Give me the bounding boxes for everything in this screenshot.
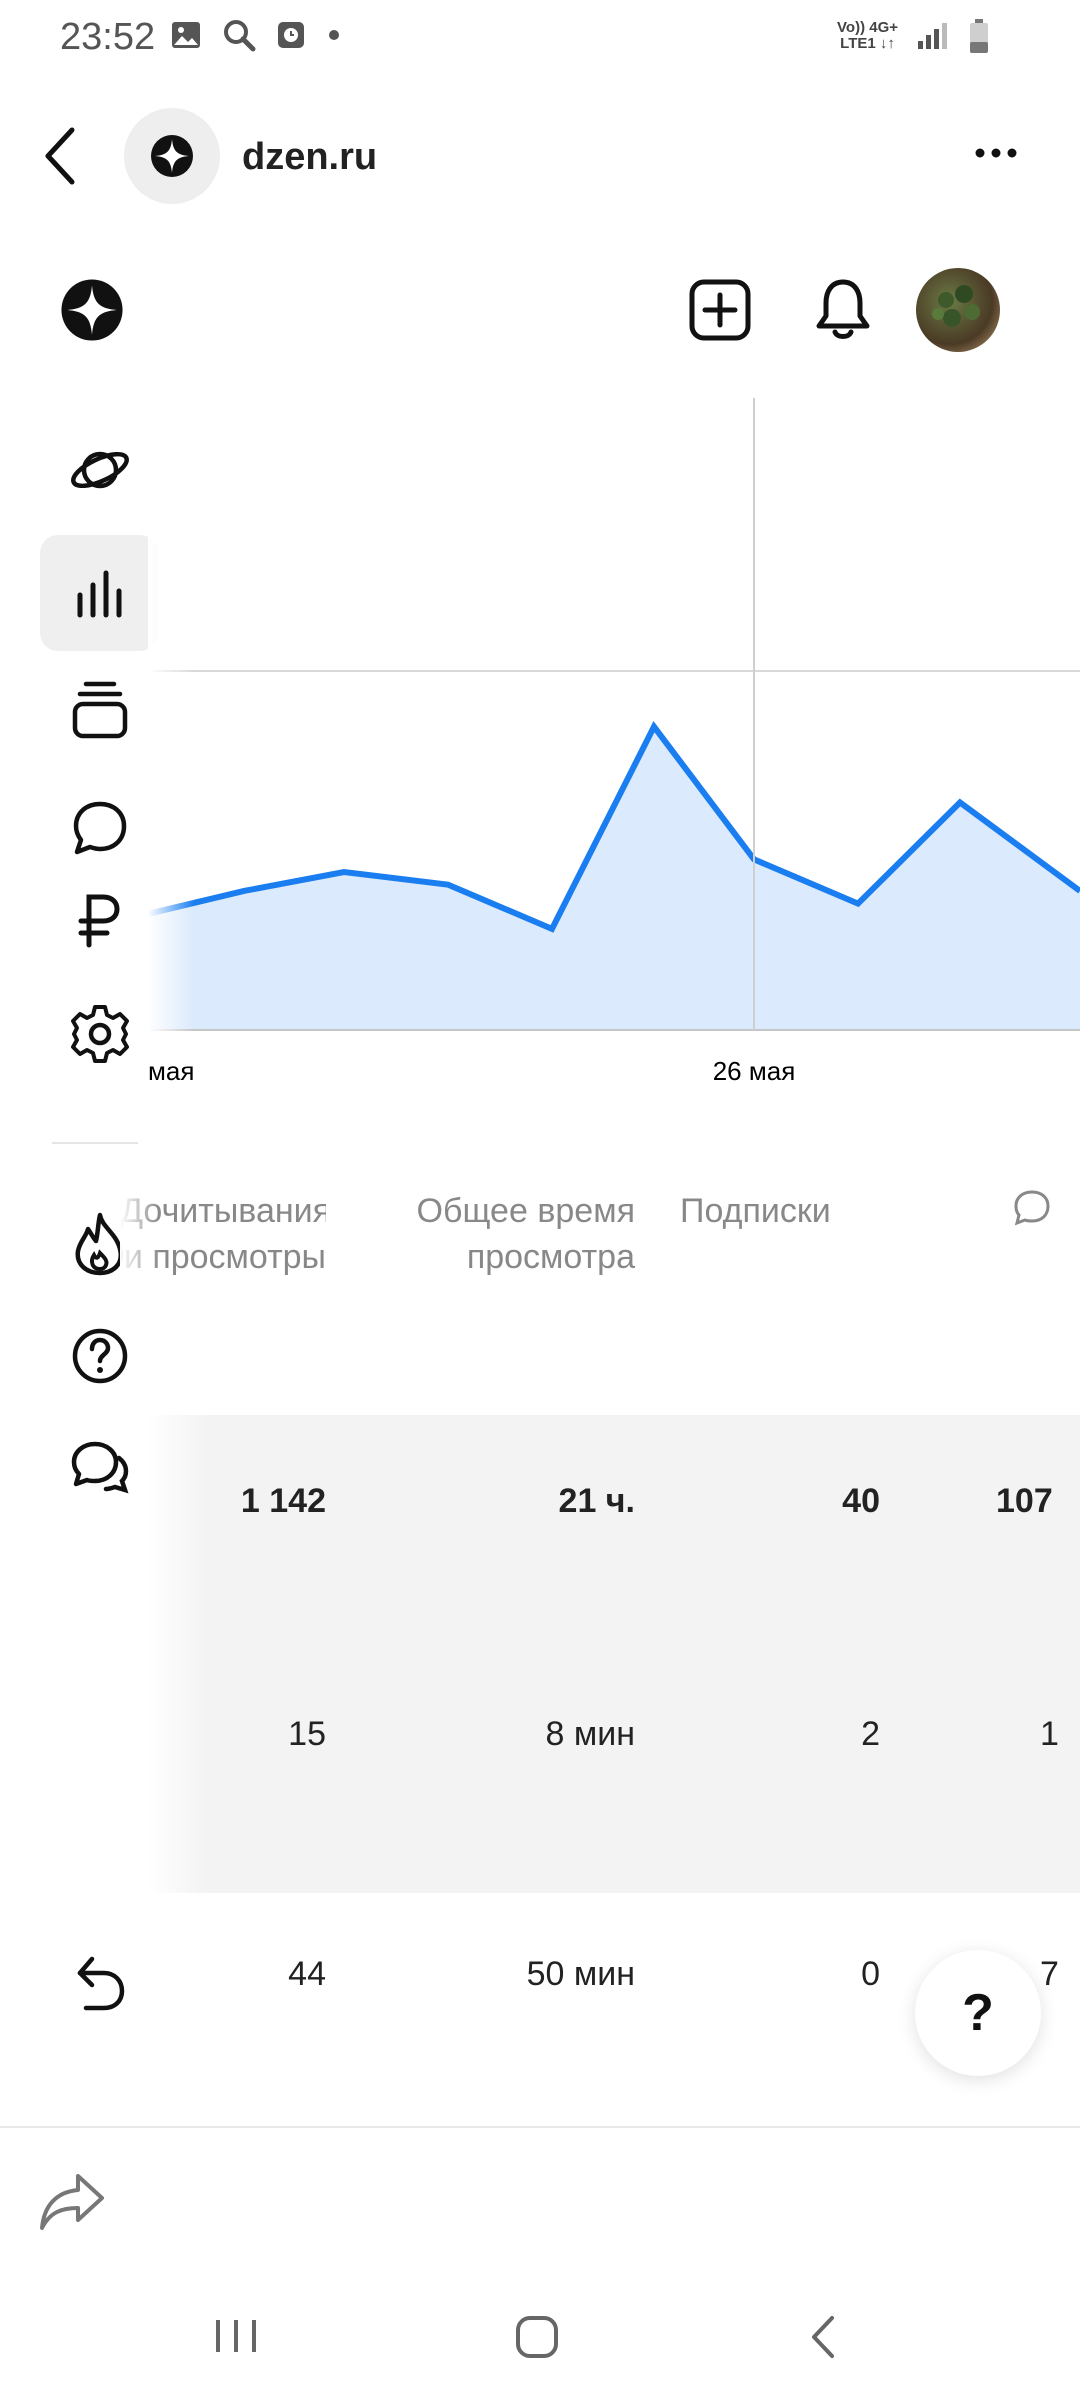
bell-icon[interactable] — [814, 276, 872, 342]
x-tick-label-1: 26 мая — [713, 1056, 796, 1086]
comment-column-icon[interactable] — [1012, 1188, 1052, 1228]
chart-left-fade — [148, 398, 194, 1038]
status-right: Vo)) 4G+ LTE1 ↓↑ — [837, 18, 990, 54]
clock-app-icon — [278, 22, 304, 48]
sidebar-item-explore[interactable] — [52, 422, 148, 518]
share-icon[interactable] — [38, 2170, 106, 2232]
network-indicator: Vo)) 4G+ LTE1 ↓↑ — [837, 20, 898, 52]
back-arrow-icon[interactable] — [40, 124, 80, 188]
battery-icon — [970, 19, 988, 53]
sidebar-item-help[interactable] — [52, 1308, 148, 1404]
user-avatar[interactable] — [916, 268, 1000, 352]
gallery-icon — [172, 22, 200, 48]
home-icon[interactable] — [514, 2314, 560, 2360]
table-cell: 2 — [861, 1715, 880, 1753]
table-cell: 44 — [288, 1955, 326, 1993]
signal-icon — [918, 23, 947, 49]
table-cell: 15 — [288, 1715, 326, 1753]
sidebar-item-monetization[interactable] — [52, 873, 148, 969]
more-options-icon[interactable] — [974, 146, 1018, 160]
views-chart[interactable]: мая 26 мая — [148, 398, 1080, 1098]
table-cell: 1 — [1040, 1715, 1059, 1753]
status-time: 23:52 — [60, 16, 156, 58]
sidebar-item-settings[interactable] — [52, 986, 148, 1082]
table-cell: 0 — [861, 1955, 880, 1993]
sidebar-item-comments[interactable] — [52, 780, 148, 876]
x-tick-label-0: мая — [148, 1056, 194, 1086]
table-cell: 50 мин — [526, 1955, 635, 1993]
column-header-subscriptions-line1: Подписки — [680, 1192, 831, 1230]
column-header-watch-time-line2: просмотра — [466, 1238, 635, 1276]
status-icons — [170, 18, 342, 52]
table-cell: 7 — [1040, 1955, 1059, 1993]
nav-back-icon[interactable] — [808, 2314, 838, 2360]
table-cell: 107 — [996, 1482, 1053, 1520]
chart-area-fill — [148, 726, 1080, 1030]
planet-icon — [71, 451, 129, 489]
stack-icon — [72, 681, 128, 739]
dzen-logo-icon[interactable] — [60, 278, 124, 342]
gear-icon — [71, 1005, 129, 1063]
sidebar-divider — [52, 1142, 138, 1144]
comment-icon — [73, 801, 127, 855]
help-button[interactable]: ? — [915, 1950, 1041, 2076]
avatar-plant-icon — [932, 285, 980, 327]
bar-chart-icon — [77, 570, 122, 618]
column-header-watch-time-line1: Общее время — [416, 1192, 635, 1230]
dzen-logo-icon — [151, 135, 193, 177]
column-header-watch-time[interactable]: Общее время просмотра — [380, 1188, 635, 1280]
add-content-icon[interactable] — [688, 278, 752, 342]
search-icon — [224, 20, 256, 52]
site-domain[interactable]: dzen.ru — [242, 136, 377, 179]
column-header-subscriptions[interactable]: Подписки — [680, 1188, 880, 1234]
ruble-icon — [78, 894, 120, 948]
site-favicon[interactable] — [124, 108, 220, 204]
dot-icon — [329, 30, 339, 40]
table-cell: 1 142 — [240, 1482, 326, 1520]
question-icon — [72, 1328, 128, 1384]
network-top: Vo)) 4G+ — [837, 19, 898, 36]
sidebar-item-publications[interactable] — [52, 662, 148, 758]
recent-apps-icon[interactable] — [212, 2316, 260, 2356]
bottom-bar-divider — [0, 2126, 1080, 2128]
network-bottom: LTE1 ↓↑ — [840, 35, 895, 52]
table-cell: 40 — [842, 1482, 880, 1520]
header-left-fade — [120, 1188, 160, 1288]
table-cell: 21 ч. — [558, 1482, 635, 1520]
table-cell: 8 мин — [545, 1715, 636, 1753]
sidebar-item-statistics[interactable] — [52, 545, 148, 641]
